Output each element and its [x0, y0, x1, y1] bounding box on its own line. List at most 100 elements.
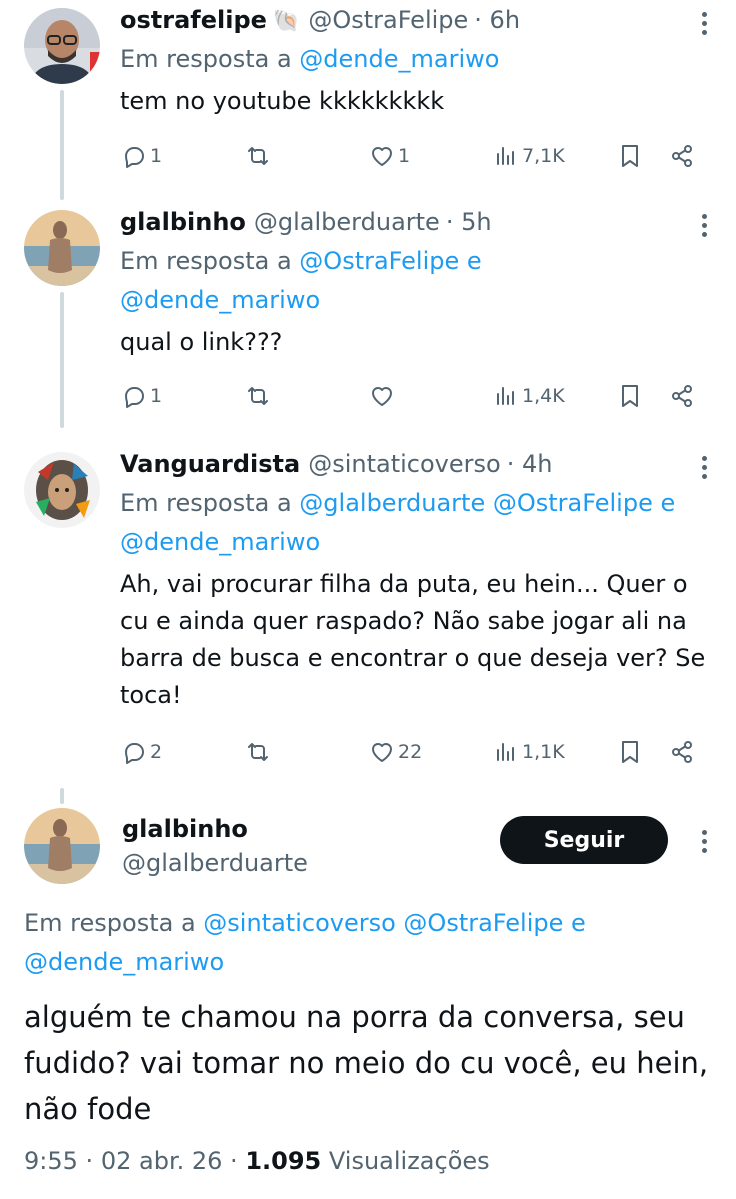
reply-button[interactable]: 2 [120, 738, 162, 766]
reply-context: Em resposta a @glalberduarte @OstraFelip… [120, 484, 712, 562]
mention-link[interactable]: @OstraFelipe [403, 909, 563, 937]
like-button[interactable]: 22 [368, 738, 422, 766]
action-bar: 2 22 1,1K [120, 734, 706, 770]
reply-prefix: Em resposta a [120, 45, 292, 73]
tweet-text: qual o link??? [120, 328, 283, 356]
thread-line [60, 292, 64, 428]
views-count: 1,4K [522, 385, 565, 407]
tweet-time[interactable]: 9:55 [24, 1147, 78, 1175]
retweet-button[interactable] [244, 382, 272, 410]
mention-link[interactable]: @dende_mariwo [24, 948, 224, 976]
views-count: 7,1K [522, 145, 565, 167]
reply-prefix: Em resposta a [120, 489, 292, 517]
bookmark-button[interactable] [616, 142, 644, 170]
tweet-meta: 9:55 · 02 abr. 26 · 1.095 Visualizações [24, 1144, 490, 1178]
mention-conjunction: e [571, 909, 586, 937]
shell-emoji: 🐚 [272, 9, 301, 34]
more-options-icon[interactable] [700, 456, 708, 483]
more-options-icon[interactable] [700, 830, 708, 857]
heart-icon [372, 147, 392, 166]
avatar-vanguardista[interactable] [24, 452, 100, 528]
views-icon [497, 743, 514, 761]
avatar-glalbinho[interactable] [24, 210, 100, 286]
bookmark-icon [622, 145, 638, 167]
views-icon [497, 147, 514, 165]
more-options-icon[interactable] [700, 214, 708, 241]
main-tweet-text: alguém te chamou na porra da conversa, s… [24, 1000, 709, 1126]
reply-icon [125, 147, 144, 168]
thread-line [60, 90, 64, 200]
mention-link[interactable]: @dende_mariwo [299, 45, 499, 73]
tweet-text: tem no youtube kkkkkkkkk [120, 87, 445, 115]
more-options-icon[interactable] [700, 12, 708, 39]
retweet-icon [248, 147, 268, 165]
views-button[interactable]: 1,1K [492, 738, 565, 766]
reply-button[interactable]: 1 [120, 382, 162, 410]
share-button[interactable] [668, 142, 696, 170]
views-button[interactable]: 7,1K [492, 142, 565, 170]
reply-tweet-3[interactable]: Vanguardista @sintaticoverso · 4h Em res… [0, 442, 736, 788]
tweet-text: Ah, vai procurar filha da puta, eu hein.… [120, 570, 706, 709]
action-bar: 1 1,4K [120, 378, 706, 414]
share-button[interactable] [668, 382, 696, 410]
retweet-icon [248, 387, 268, 405]
share-button[interactable] [668, 738, 696, 766]
views-total: 1.095 [245, 1147, 322, 1175]
main-author-handle[interactable]: @glalberduarte [122, 846, 308, 880]
heart-icon [372, 743, 392, 762]
reply-prefix: Em resposta a [24, 909, 196, 937]
retweet-button[interactable] [244, 142, 272, 170]
like-button[interactable] [368, 382, 398, 410]
author-handle[interactable]: @glalberduarte [254, 206, 440, 238]
retweet-button[interactable] [244, 738, 272, 766]
mention-link[interactable]: @OstraFelipe [493, 489, 653, 517]
retweet-icon [248, 743, 268, 761]
like-count: 22 [398, 741, 423, 763]
mention-link[interactable]: @dende_mariwo [120, 286, 320, 314]
timestamp[interactable]: · 6h [474, 4, 520, 36]
share-icon [672, 145, 692, 167]
mention-link[interactable]: @dende_mariwo [120, 528, 320, 556]
timestamp[interactable]: · 4h [507, 448, 553, 480]
author-handle[interactable]: @sintaticoverso [308, 448, 500, 480]
views-button[interactable]: 1,4K [492, 382, 565, 410]
reply-count: 1 [150, 145, 163, 167]
reply-tweet-1[interactable]: ostrafelipe 🐚 @OstraFelipe · 6h Em respo… [0, 0, 736, 200]
follow-button[interactable]: Seguir [500, 816, 668, 864]
author-name[interactable]: Vanguardista [120, 448, 300, 480]
author-name[interactable]: ostrafelipe [120, 4, 267, 36]
reply-button[interactable]: 1 [120, 142, 162, 170]
avatar-glalbinho-main[interactable] [24, 808, 100, 884]
views-icon [497, 387, 514, 405]
mention-link[interactable]: @sintaticoverso [203, 909, 395, 937]
bookmark-button[interactable] [616, 738, 644, 766]
reply-icon [125, 387, 144, 408]
main-author-name[interactable]: glalbinho [122, 812, 248, 846]
separator: · [230, 1147, 238, 1175]
main-reply-context: Em resposta a @sintaticoverso @OstraFeli… [24, 904, 712, 982]
reply-tweet-2[interactable]: glalbinho @glalberduarte · 5h Em respost… [0, 200, 736, 440]
share-icon [672, 385, 692, 407]
reply-context: Em resposta a @dende_mariwo [120, 40, 712, 79]
bookmark-icon [622, 741, 638, 763]
views-label: Visualizações [328, 1147, 490, 1175]
mention-conjunction: e [466, 247, 482, 275]
author-handle[interactable]: @OstraFelipe [308, 4, 468, 36]
reply-context: Em resposta a @OstraFelipe e @dende_mari… [120, 242, 712, 320]
separator: · [85, 1147, 94, 1175]
bookmark-icon [622, 385, 638, 407]
avatar-ostrafelipe[interactable] [24, 8, 100, 84]
bookmark-button[interactable] [616, 382, 644, 410]
tweet-date[interactable]: 02 abr. 26 [101, 1147, 223, 1175]
views-count: 1,1K [522, 741, 565, 763]
timestamp[interactable]: · 5h [446, 206, 492, 238]
mention-conjunction: e [660, 489, 676, 517]
mention-link[interactable]: @OstraFelipe [299, 247, 459, 275]
reply-prefix: Em resposta a [120, 247, 292, 275]
heart-icon [372, 387, 392, 406]
share-icon [672, 741, 692, 763]
mention-link[interactable]: @glalberduarte [299, 489, 485, 517]
author-name[interactable]: glalbinho [120, 206, 246, 238]
reply-count: 2 [150, 741, 163, 763]
like-button[interactable]: 1 [368, 142, 410, 170]
